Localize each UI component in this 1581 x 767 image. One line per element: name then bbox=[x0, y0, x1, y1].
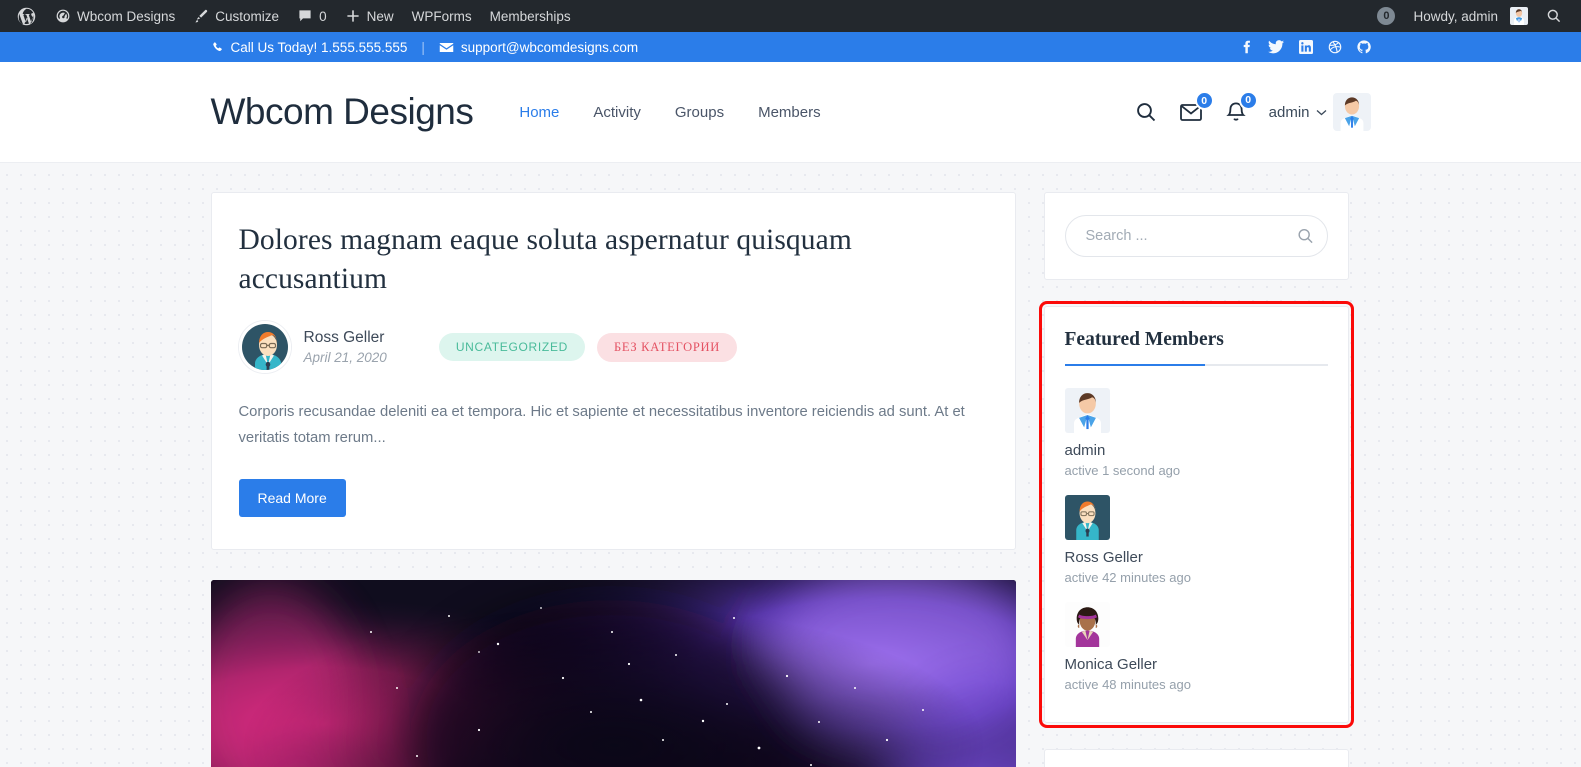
post-excerpt: Corporis recusandae deleniti ea et tempo… bbox=[238, 404, 965, 447]
member-activity-monica-geller: active 48 minutes ago bbox=[1064, 677, 1191, 692]
site-title[interactable]: Wbcom Designs bbox=[211, 91, 474, 133]
admin-bar-avatar bbox=[1510, 7, 1528, 25]
admin-bar-comment-count: 0 bbox=[319, 8, 327, 24]
plus-icon bbox=[345, 8, 361, 24]
main-content: Dolores magnam eaque soluta aspernatur q… bbox=[210, 192, 1016, 767]
contact-separator: | bbox=[421, 39, 425, 55]
post-author-avatar[interactable] bbox=[238, 321, 291, 374]
dribbble-icon[interactable] bbox=[1328, 40, 1342, 54]
admin-bar-right-group: 0 Howdy, admin bbox=[1368, 0, 1581, 32]
read-more-button[interactable]: Read More bbox=[238, 479, 346, 518]
admin-bar-site-label: Wbcom Designs bbox=[77, 8, 176, 24]
header-notifications-button[interactable]: 0 bbox=[1225, 90, 1258, 124]
admin-bar-item-new[interactable]: New bbox=[336, 0, 403, 32]
admin-bar-wpforms-label: WPForms bbox=[411, 8, 472, 24]
admin-bar-search-button[interactable] bbox=[1537, 0, 1571, 32]
search-widget bbox=[1043, 192, 1349, 280]
contact-group: Call Us Today! 1.555.555.555 | support@w… bbox=[211, 39, 638, 55]
site-header: Wbcom Designs Home Activity Groups Membe… bbox=[0, 62, 1581, 163]
social-links bbox=[1240, 40, 1371, 54]
admin-bar-memberships-label: Memberships bbox=[489, 8, 571, 24]
admin-bar-item-site[interactable]: Wbcom Designs bbox=[46, 0, 184, 32]
wordpress-logo-button[interactable] bbox=[0, 0, 46, 32]
user-account-menu[interactable]: admin bbox=[1269, 93, 1371, 131]
admin-bar-notification-count: 0 bbox=[1377, 7, 1396, 25]
messages-badge: 0 bbox=[1194, 91, 1214, 110]
post-card: Dolores magnam eaque soluta aspernatur q… bbox=[210, 192, 1016, 551]
search-form bbox=[1064, 215, 1328, 257]
member-avatar-ross-geller[interactable] bbox=[1064, 495, 1110, 540]
admin-bar-left-group: Wbcom Designs Customize 0 New WPForms Me… bbox=[0, 0, 580, 32]
phone-link[interactable]: Call Us Today! 1.555.555.555 bbox=[211, 39, 408, 55]
admin-bar-notifications[interactable]: 0 bbox=[1368, 0, 1404, 32]
post-tag-bez-kategorii[interactable]: БЕЗ КАТЕГОРИИ bbox=[597, 332, 737, 362]
widget-title-rule bbox=[1064, 364, 1328, 366]
post-author-block: Ross Geller April 21, 2020 bbox=[304, 329, 387, 365]
post-title[interactable]: Dolores magnam eaque soluta aspernatur q… bbox=[239, 221, 988, 299]
wp-admin-bar: Wbcom Designs Customize 0 New WPForms Me… bbox=[0, 0, 1581, 32]
member-name-monica-geller[interactable]: Monica Geller bbox=[1065, 656, 1328, 673]
email-text: support@wbcomdesigns.com bbox=[460, 39, 639, 55]
admin-bar-item-customize[interactable]: Customize bbox=[184, 0, 288, 32]
member-activity-admin: active 1 second ago bbox=[1064, 463, 1181, 478]
recent-posts-widget: Recent Posts bbox=[1043, 749, 1349, 767]
header-actions: 0 0 admin bbox=[1135, 90, 1371, 131]
envelope-icon bbox=[439, 41, 454, 54]
top-contact-bar: Call Us Today! 1.555.555.555 | support@w… bbox=[0, 32, 1581, 62]
nav-item-members[interactable]: Members bbox=[758, 104, 821, 121]
post-date: April 21, 2020 bbox=[303, 350, 387, 366]
member-avatar-admin[interactable] bbox=[1064, 388, 1110, 433]
header-search-button[interactable] bbox=[1135, 101, 1157, 123]
phone-icon bbox=[211, 41, 224, 54]
chevron-down-icon bbox=[1316, 109, 1327, 116]
header-messages-button[interactable]: 0 bbox=[1179, 91, 1214, 123]
twitter-icon[interactable] bbox=[1267, 40, 1284, 54]
post-meta: Ross Geller April 21, 2020 UNCATEGORIZED… bbox=[238, 321, 988, 374]
member-name-admin[interactable]: admin bbox=[1065, 442, 1328, 459]
admin-bar-item-comments[interactable]: 0 bbox=[288, 0, 336, 32]
admin-bar-customize-label: Customize bbox=[215, 8, 280, 24]
notifications-badge: 0 bbox=[1238, 90, 1258, 110]
sidebar: Featured Members admin active 1 second bbox=[1038, 192, 1354, 767]
paintbrush-icon bbox=[193, 8, 209, 24]
featured-members-widget: Featured Members admin active 1 second a… bbox=[1038, 301, 1354, 728]
search-icon bbox=[1546, 8, 1562, 24]
linkedin-icon[interactable] bbox=[1298, 40, 1313, 54]
user-avatar[interactable] bbox=[1332, 93, 1371, 131]
nav-item-home[interactable]: Home bbox=[519, 104, 559, 121]
member-avatar-monica-geller[interactable] bbox=[1064, 602, 1110, 647]
featured-member-item: Monica Geller active 48 minutes ago bbox=[1064, 602, 1328, 692]
post-featured-image[interactable] bbox=[210, 580, 1016, 767]
nav-item-groups[interactable]: Groups bbox=[675, 104, 724, 121]
admin-bar-my-account[interactable]: Howdy, admin bbox=[1404, 0, 1537, 32]
dashboard-icon bbox=[55, 8, 71, 24]
member-activity-ross-geller: active 42 minutes ago bbox=[1064, 570, 1191, 585]
admin-bar-item-wpforms[interactable]: WPForms bbox=[403, 0, 481, 32]
wordpress-logo-icon bbox=[15, 5, 37, 27]
post-tag-uncategorized[interactable]: UNCATEGORIZED bbox=[438, 333, 586, 362]
nebula-space-image bbox=[210, 580, 1016, 767]
post-tags: UNCATEGORIZED БЕЗ КАТЕГОРИИ bbox=[438, 332, 737, 362]
comment-bubble-icon bbox=[297, 8, 313, 24]
nav-item-activity[interactable]: Activity bbox=[593, 104, 641, 121]
featured-members-title: Featured Members bbox=[1064, 329, 1224, 350]
github-icon[interactable] bbox=[1356, 40, 1371, 54]
facebook-icon[interactable] bbox=[1240, 40, 1253, 54]
search-submit-button[interactable] bbox=[1297, 228, 1314, 245]
email-link[interactable]: support@wbcomdesigns.com bbox=[439, 40, 638, 55]
admin-bar-new-label: New bbox=[366, 8, 394, 24]
featured-member-item: admin active 1 second ago bbox=[1064, 388, 1328, 478]
member-name-ross-geller[interactable]: Ross Geller bbox=[1065, 549, 1328, 566]
phone-text: Call Us Today! 1.555.555.555 bbox=[230, 39, 408, 55]
featured-member-item: Ross Geller active 42 minutes ago bbox=[1064, 495, 1328, 585]
top-contact-bar-inner: Call Us Today! 1.555.555.555 | support@w… bbox=[211, 32, 1371, 62]
post-author-name[interactable]: Ross Geller bbox=[304, 329, 387, 347]
primary-navigation: Home Activity Groups Members bbox=[519, 104, 820, 121]
site-header-inner: Wbcom Designs Home Activity Groups Membe… bbox=[211, 62, 1371, 162]
admin-bar-howdy-label: Howdy, admin bbox=[1413, 8, 1498, 24]
admin-bar-item-memberships[interactable]: Memberships bbox=[481, 0, 580, 32]
search-input[interactable] bbox=[1064, 215, 1328, 257]
page-wrap: Dolores magnam eaque soluta aspernatur q… bbox=[210, 163, 1371, 767]
user-menu-label: admin bbox=[1268, 103, 1310, 121]
